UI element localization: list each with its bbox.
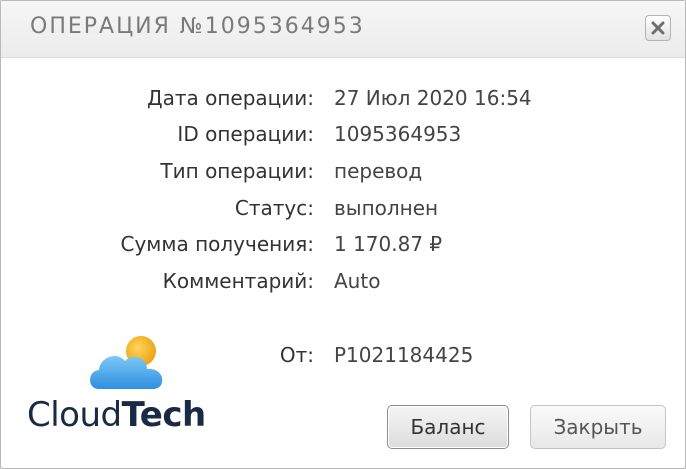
detail-label: Статус:: [234, 196, 314, 220]
close-button[interactable]: [645, 15, 671, 41]
detail-row-id: ID операции: 1095364953: [1, 117, 686, 153]
detail-label: ID операции:: [177, 122, 314, 146]
detail-label: Комментарий:: [162, 269, 314, 293]
detail-row-type: Тип операции: перевод: [1, 154, 686, 190]
detail-row-amount: Сумма получения: 1 170.87 ₽: [1, 227, 686, 263]
logo-text-bold: Tech: [121, 395, 207, 435]
detail-label: Сумма получения:: [120, 232, 315, 256]
detail-label: Тип операции:: [160, 159, 314, 183]
detail-row-date: Дата операции: 27 Июл 2020 16:54: [1, 81, 686, 117]
detail-value: P1021184425: [334, 343, 474, 367]
dialog-titlebar: ОПЕРАЦИЯ №1095364953: [1, 1, 685, 58]
detail-value: 1095364953: [334, 122, 462, 146]
dialog-title: ОПЕРАЦИЯ №1095364953: [30, 14, 365, 39]
detail-value: 27 Июл 2020 16:54: [334, 86, 532, 110]
balance-button[interactable]: Баланс: [387, 405, 509, 449]
detail-row-status: Статус: выполнен: [1, 191, 686, 227]
close-dialog-button[interactable]: Закрыть: [530, 405, 666, 449]
logo-text-light: Cloud: [27, 395, 122, 435]
detail-value: 1 170.87 ₽: [334, 232, 443, 256]
operation-dialog: ОПЕРАЦИЯ №1095364953 Дата операции: 27 И…: [0, 0, 686, 469]
close-icon: [651, 21, 665, 35]
detail-label: От:: [279, 343, 314, 367]
detail-label: Дата операции:: [146, 86, 314, 110]
cloud-sun-icon: [90, 336, 163, 389]
cloudtech-logo: CloudTech: [27, 331, 237, 441]
logo-wordmark: CloudTech: [27, 395, 206, 435]
detail-row-comment: Комментарий: Auto: [1, 264, 686, 300]
detail-value: выполнен: [334, 196, 439, 220]
detail-value: перевод: [334, 159, 423, 183]
detail-value: Auto: [334, 269, 381, 293]
